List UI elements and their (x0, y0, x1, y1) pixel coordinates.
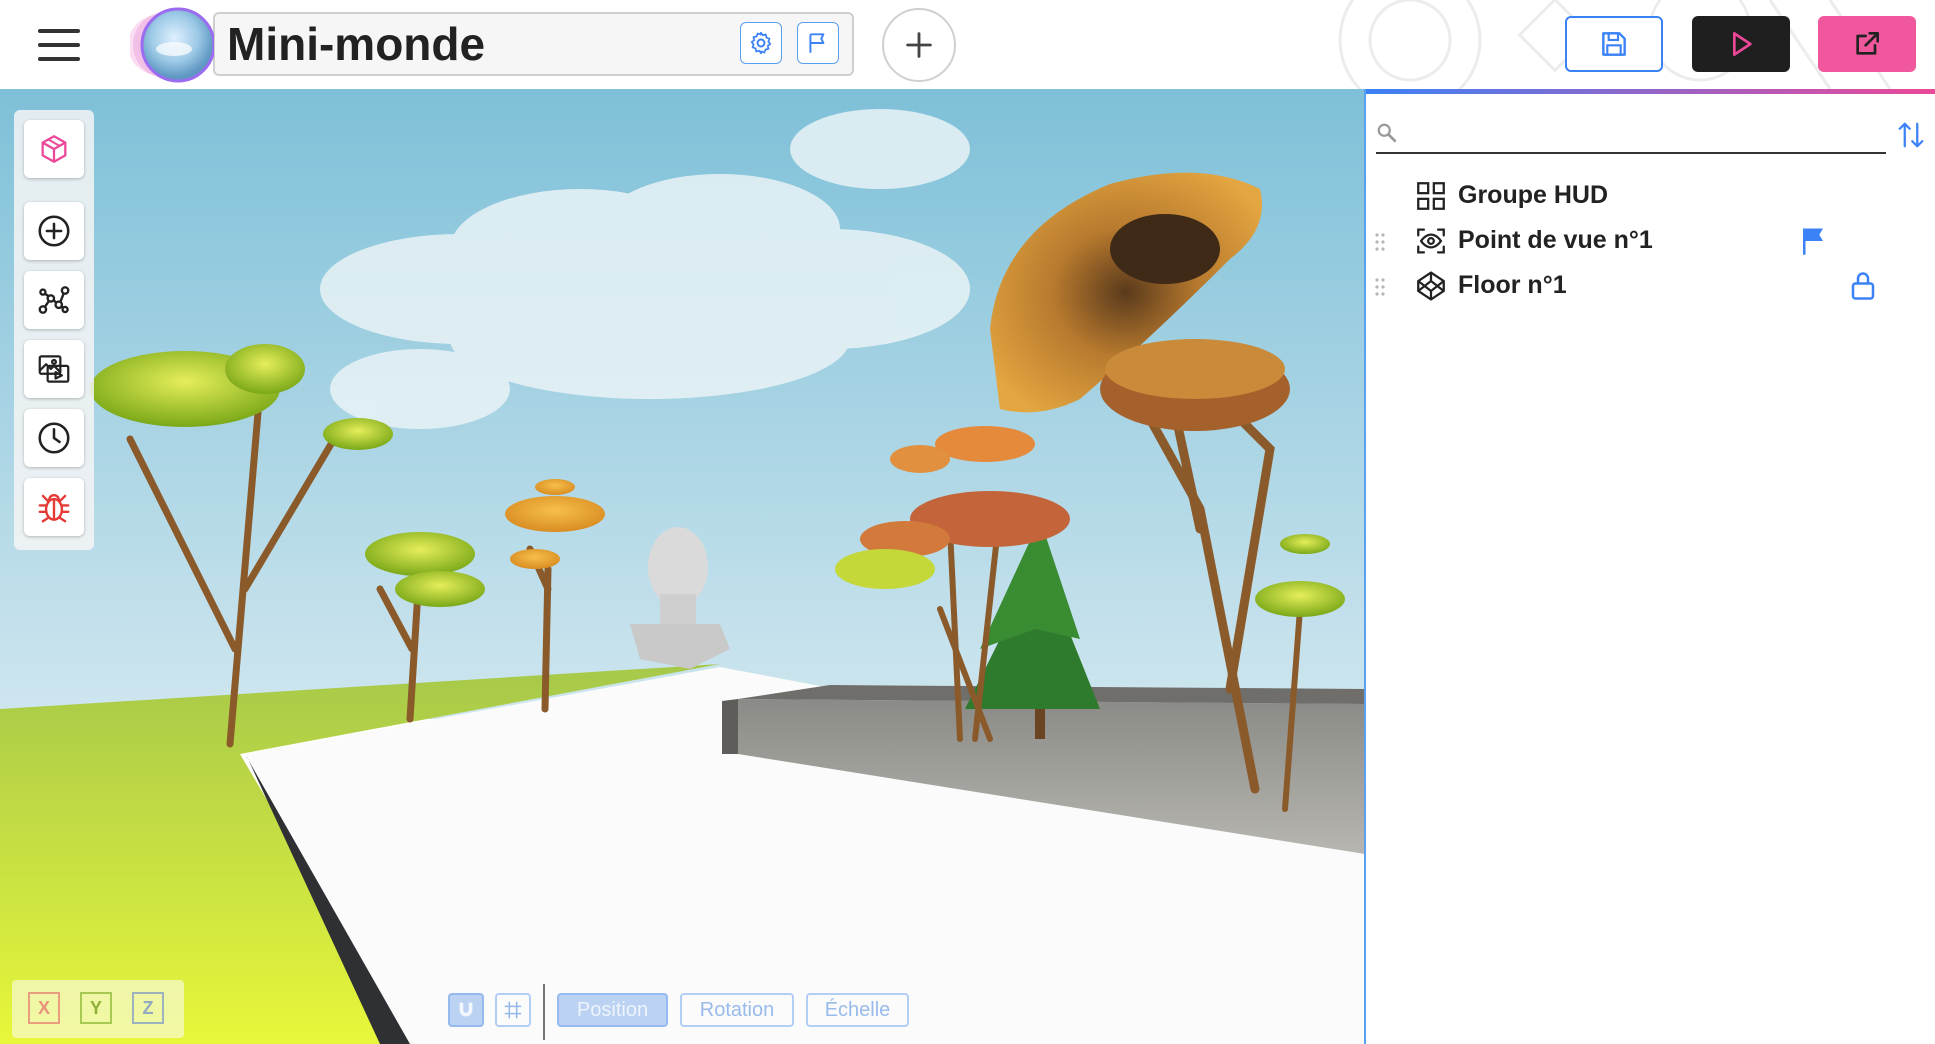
hamburger-line (38, 43, 80, 47)
magnet-icon (459, 1002, 473, 1017)
drag-handle-icon[interactable] (1374, 277, 1386, 297)
cube-icon (41, 135, 67, 163)
tree-item-label: Groupe HUD (1458, 181, 1608, 209)
tool-objects-button[interactable] (24, 120, 84, 178)
clock-icon (38, 422, 70, 454)
tool-graph-button[interactable] (24, 271, 84, 329)
flag-icon (809, 33, 825, 53)
tool-add-button[interactable] (24, 202, 84, 260)
save-icon (1602, 32, 1626, 56)
axis-z-toggle[interactable]: Z (132, 992, 164, 1024)
tool-media-button[interactable] (24, 340, 84, 398)
scene-render (0, 89, 1365, 1044)
world-thumbnail (130, 7, 214, 83)
axis-x-toggle[interactable]: X (28, 992, 60, 1024)
add-button[interactable] (882, 8, 956, 82)
tree-item-label: Floor n°1 (1458, 271, 1567, 299)
share-button[interactable] (1818, 16, 1916, 72)
axis-y-toggle[interactable]: Y (80, 992, 112, 1024)
tool-history-button[interactable] (24, 409, 84, 467)
tree-item-label: Point de vue n°1 (1458, 226, 1653, 254)
search-underline (1376, 152, 1886, 154)
gear-icon (750, 31, 772, 55)
grid-hash-icon (504, 1001, 522, 1019)
flag-button[interactable] (797, 22, 839, 64)
tree-item-hud-group[interactable]: Groupe HUD (1366, 177, 1935, 217)
world-title[interactable]: Mini-monde (227, 14, 485, 74)
snap-button[interactable] (448, 993, 484, 1027)
left-toolbar (14, 110, 94, 550)
tree-item-floor[interactable]: Floor n°1 (1366, 267, 1935, 307)
play-icon (1733, 32, 1752, 56)
rotation-mode-button[interactable]: Rotation (680, 993, 794, 1027)
grid-icon (1417, 182, 1445, 210)
eye-icon (1417, 228, 1445, 254)
plus-circle-icon (38, 215, 70, 247)
flag-icon[interactable] (1798, 224, 1828, 258)
axis-toggle-group: X Y Z (12, 980, 184, 1038)
position-mode-button[interactable]: Position (557, 993, 668, 1027)
search-input[interactable] (1404, 116, 1878, 150)
plus-icon (906, 32, 932, 58)
tool-debug-button[interactable] (24, 478, 84, 536)
sort-icon[interactable] (1896, 118, 1926, 152)
codepen-icon (1417, 271, 1445, 301)
drag-handle-icon[interactable] (1374, 232, 1386, 252)
scene-viewport[interactable]: X Y Z Position Rotation Échelle (0, 89, 1365, 1044)
bug-icon (38, 494, 70, 523)
lock-icon[interactable] (1848, 269, 1878, 303)
grid-button[interactable] (495, 993, 531, 1027)
scene-tree-panel: Groupe HUD Point de vue n°1 Floor n°1 (1366, 94, 1935, 1044)
tree-item-viewpoint[interactable]: Point de vue n°1 (1366, 222, 1935, 262)
save-button[interactable] (1565, 16, 1663, 72)
external-link-icon (1856, 32, 1879, 55)
settings-button[interactable] (740, 22, 782, 64)
images-icon (38, 355, 70, 383)
graph-icon (38, 286, 70, 314)
top-bar: Mini-monde (0, 0, 1935, 89)
menu-button[interactable] (30, 25, 88, 65)
hamburger-line (38, 57, 80, 61)
toolbar-divider (543, 984, 545, 1040)
search-icon (1377, 123, 1397, 143)
hamburger-icon (38, 29, 80, 33)
play-button[interactable] (1692, 16, 1790, 72)
scale-mode-button[interactable]: Échelle (806, 993, 909, 1027)
